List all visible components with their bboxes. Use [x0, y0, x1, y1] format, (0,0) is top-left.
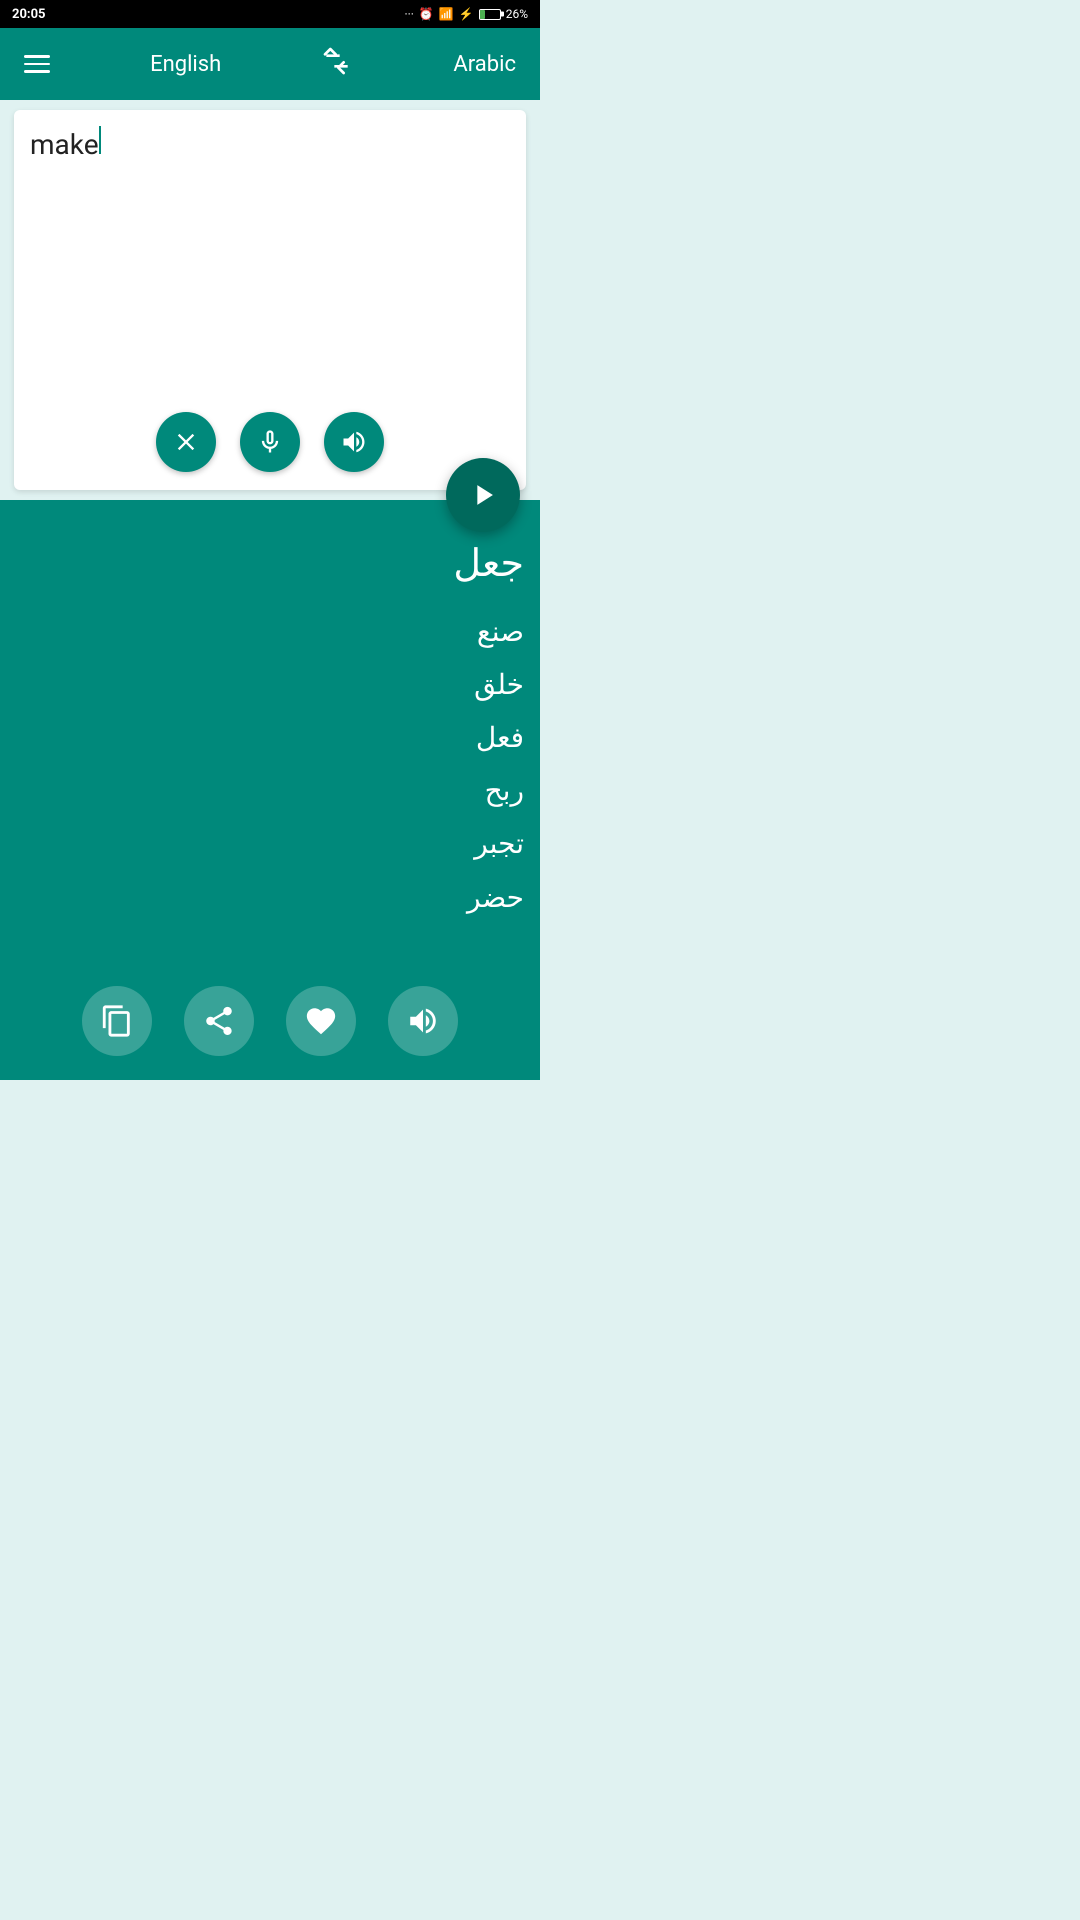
status-icons: ··· ⏰ 📶 ⚡ 26%	[404, 7, 528, 21]
hamburger-line-1	[24, 55, 50, 58]
favorite-button[interactable]	[286, 986, 356, 1056]
charge-icon: ⚡	[459, 7, 474, 21]
hamburger-line-2	[24, 63, 50, 66]
input-display[interactable]: make	[30, 126, 510, 161]
alt-3: فعل	[16, 711, 524, 764]
source-language[interactable]: English	[150, 52, 221, 77]
swap-languages-button[interactable]	[321, 45, 353, 84]
status-bar: 20:05 ··· ⏰ 📶 ⚡ 26%	[0, 0, 540, 28]
alt-4: ربح	[16, 764, 524, 817]
battery-percent: 26%	[506, 7, 528, 21]
input-actions	[156, 412, 384, 472]
mic-button[interactable]	[240, 412, 300, 472]
share-button[interactable]	[184, 986, 254, 1056]
status-time: 20:05	[12, 7, 46, 22]
toolbar: English Arabic	[0, 28, 540, 100]
main-translation: جعل	[16, 532, 524, 597]
battery-fill	[480, 10, 485, 19]
copy-button[interactable]	[82, 986, 152, 1056]
input-speaker-button[interactable]	[324, 412, 384, 472]
hamburger-line-3	[24, 70, 50, 73]
input-area: make	[14, 110, 526, 490]
target-language[interactable]: Arabic	[453, 52, 516, 77]
alt-1: صنع	[16, 605, 524, 658]
input-text: make	[30, 128, 99, 161]
signal-icon: 📶	[439, 7, 454, 21]
alt-6: حضر	[16, 871, 524, 924]
text-cursor	[99, 126, 101, 154]
output-speaker-button[interactable]	[388, 986, 458, 1056]
dots-icon: ···	[404, 7, 413, 21]
alarm-icon: ⏰	[419, 7, 434, 21]
menu-button[interactable]	[24, 55, 50, 73]
alternative-translations: صنع خلق فعل ربح تجبر حضر	[16, 605, 524, 924]
alt-5: تجبر	[16, 817, 524, 870]
bottom-actions	[0, 986, 540, 1056]
alt-2: خلق	[16, 658, 524, 711]
translate-button[interactable]	[446, 458, 520, 532]
output-area: جعل صنع خلق فعل ربح تجبر حضر	[0, 500, 540, 1080]
output-text: جعل صنع خلق فعل ربح تجبر حضر	[16, 532, 524, 924]
clear-button[interactable]	[156, 412, 216, 472]
battery-icon	[479, 9, 501, 20]
